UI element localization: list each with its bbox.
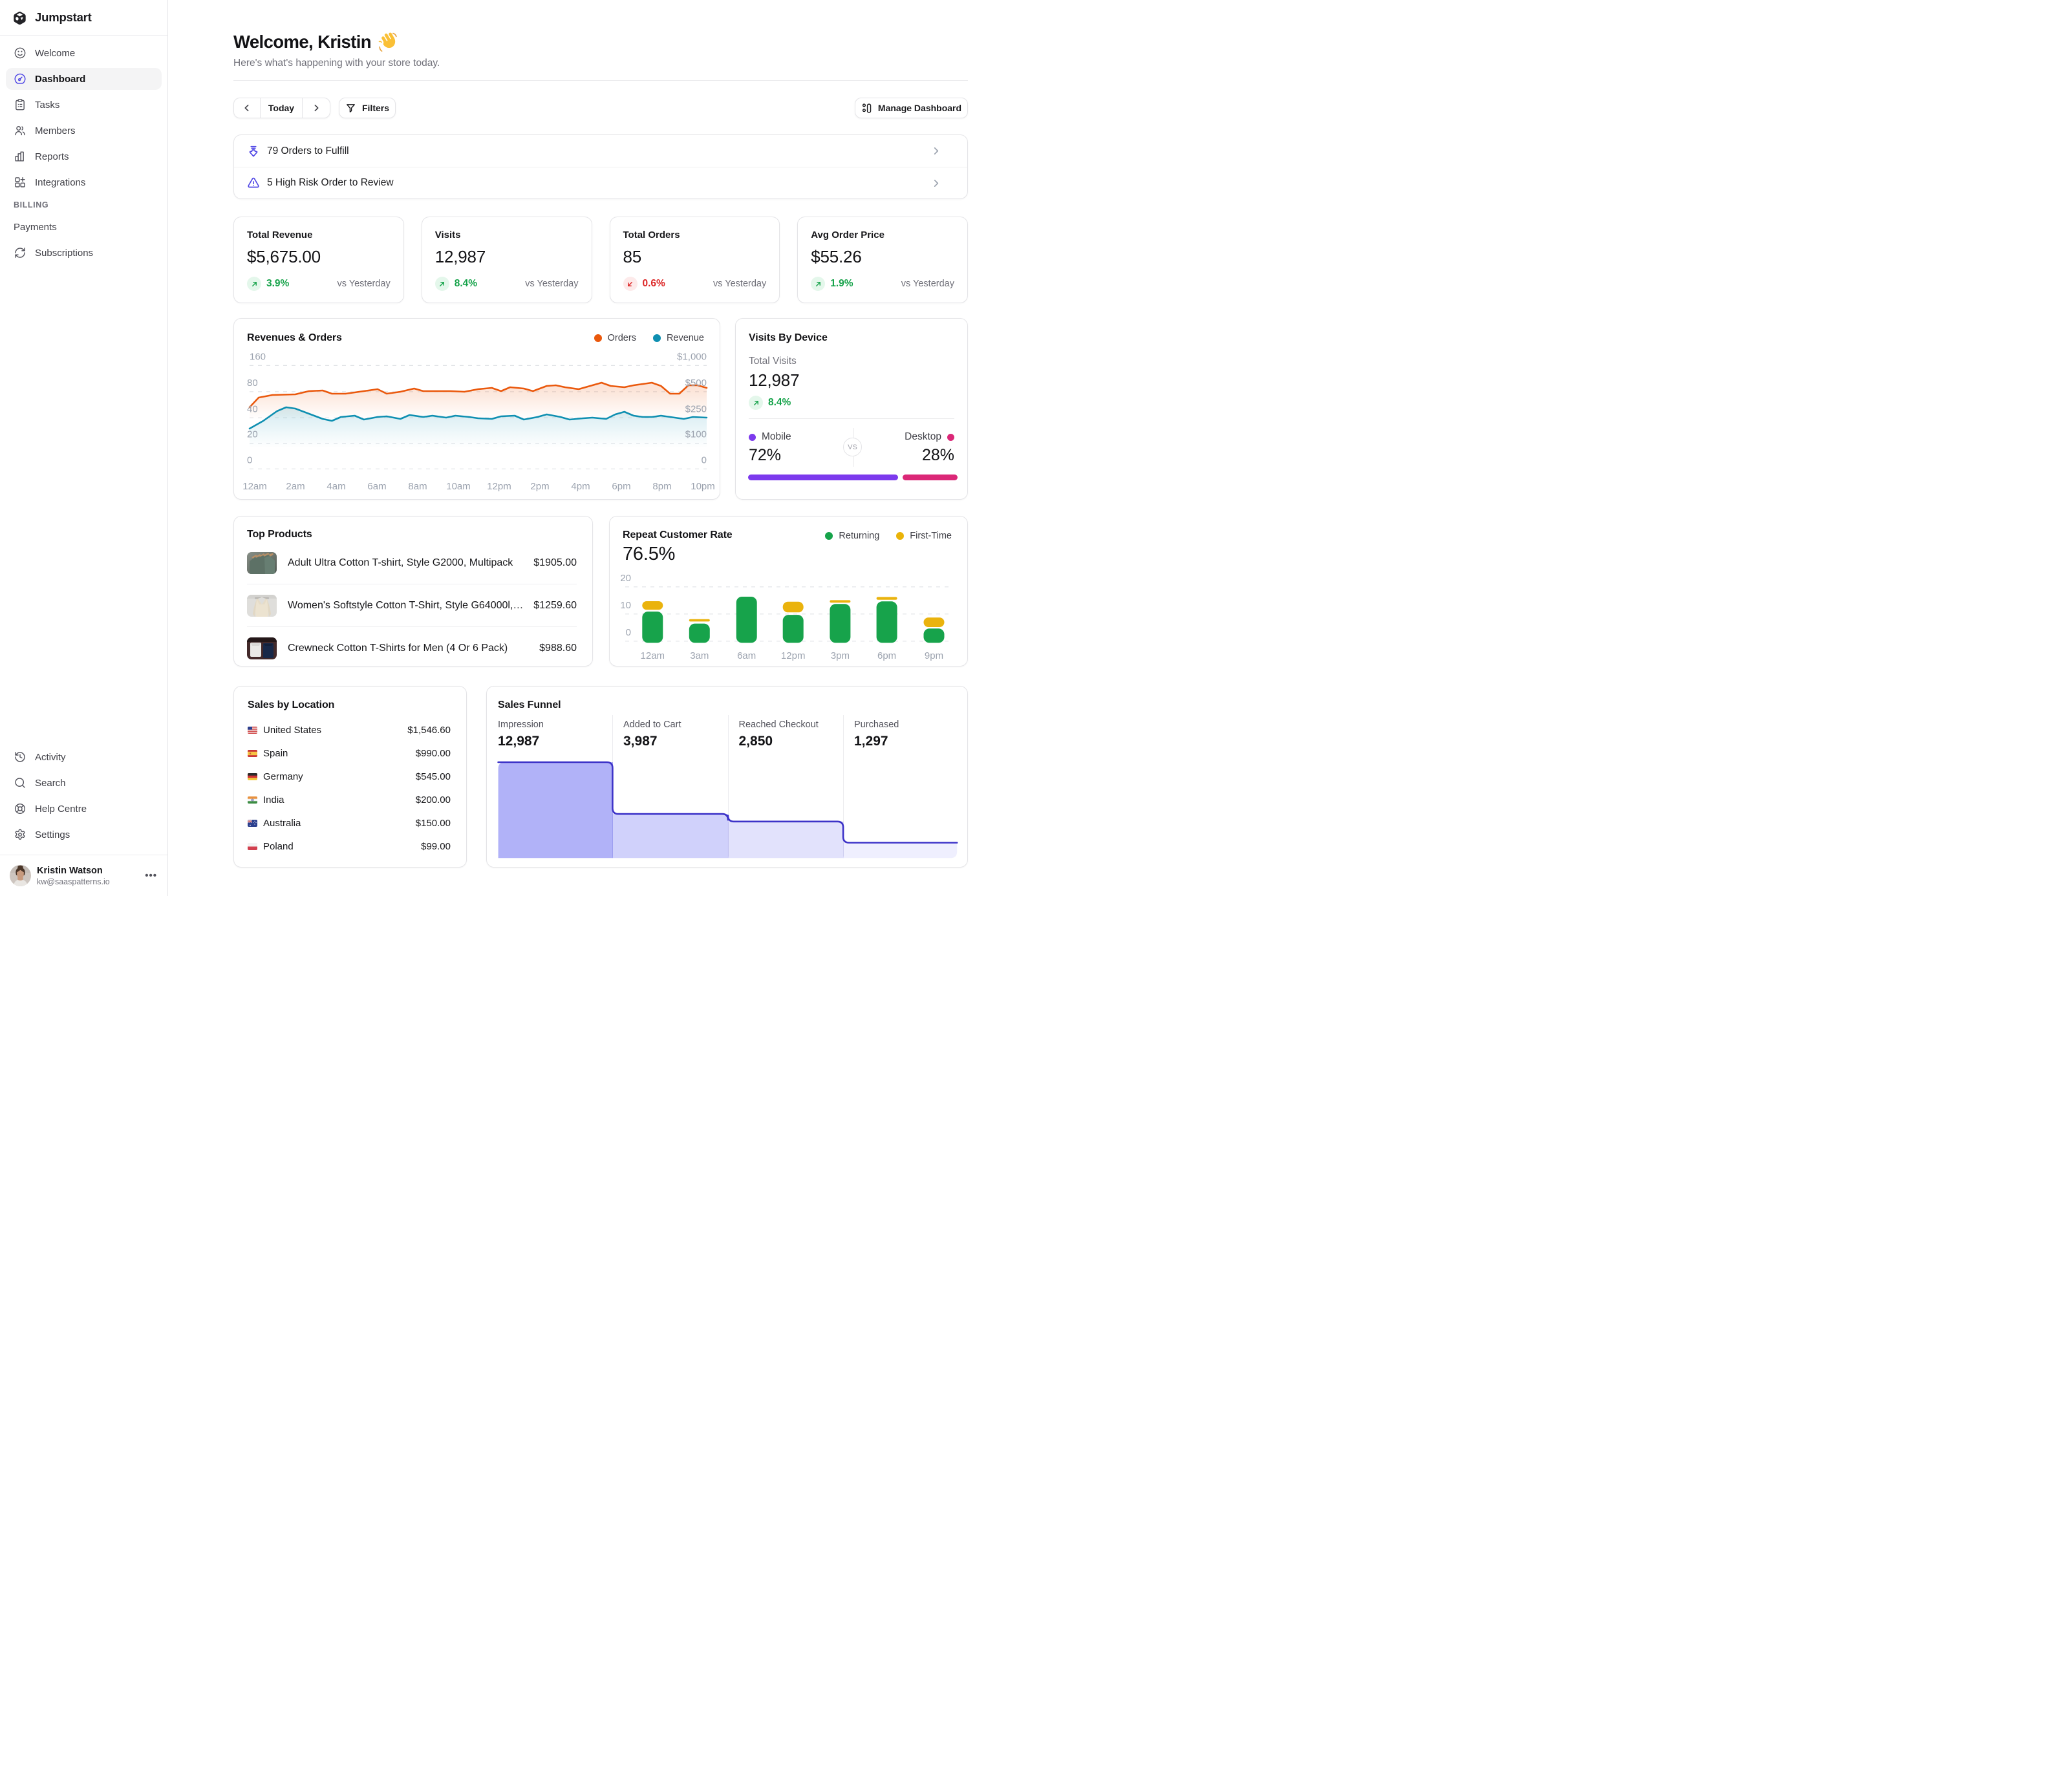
svg-text:10pm: 10pm <box>691 481 715 492</box>
svg-text:3am: 3am <box>690 650 709 661</box>
svg-text:4pm: 4pm <box>571 481 590 492</box>
svg-text:$100: $100 <box>685 429 707 440</box>
svg-text:20: 20 <box>247 429 258 440</box>
svg-text:$500: $500 <box>685 378 707 389</box>
svg-text:12am: 12am <box>242 481 267 492</box>
svg-text:80: 80 <box>247 378 258 389</box>
svg-text:$250: $250 <box>685 403 707 414</box>
svg-text:6pm: 6pm <box>877 650 896 661</box>
svg-text:8pm: 8pm <box>652 481 671 492</box>
svg-text:12am: 12am <box>641 650 665 661</box>
svg-text:6am: 6am <box>737 650 756 661</box>
svg-text:4am: 4am <box>327 481 345 492</box>
svg-text:10: 10 <box>620 600 631 611</box>
svg-text:40: 40 <box>247 403 258 414</box>
svg-text:3pm: 3pm <box>831 650 850 661</box>
svg-text:0: 0 <box>247 454 252 465</box>
svg-text:2pm: 2pm <box>530 481 549 492</box>
svg-text:10am: 10am <box>446 481 471 492</box>
svg-text:8am: 8am <box>408 481 427 492</box>
svg-text:12pm: 12pm <box>487 481 511 492</box>
svg-text:12pm: 12pm <box>781 650 806 661</box>
svg-text:2am: 2am <box>286 481 305 492</box>
svg-text:0: 0 <box>626 627 631 638</box>
svg-text:$1,000: $1,000 <box>677 351 707 362</box>
svg-text:9pm: 9pm <box>925 650 943 661</box>
svg-text:6pm: 6pm <box>612 481 630 492</box>
svg-text:6am: 6am <box>367 481 386 492</box>
svg-text:0: 0 <box>702 454 707 465</box>
svg-text:20: 20 <box>620 573 631 584</box>
svg-text:160: 160 <box>250 351 266 362</box>
